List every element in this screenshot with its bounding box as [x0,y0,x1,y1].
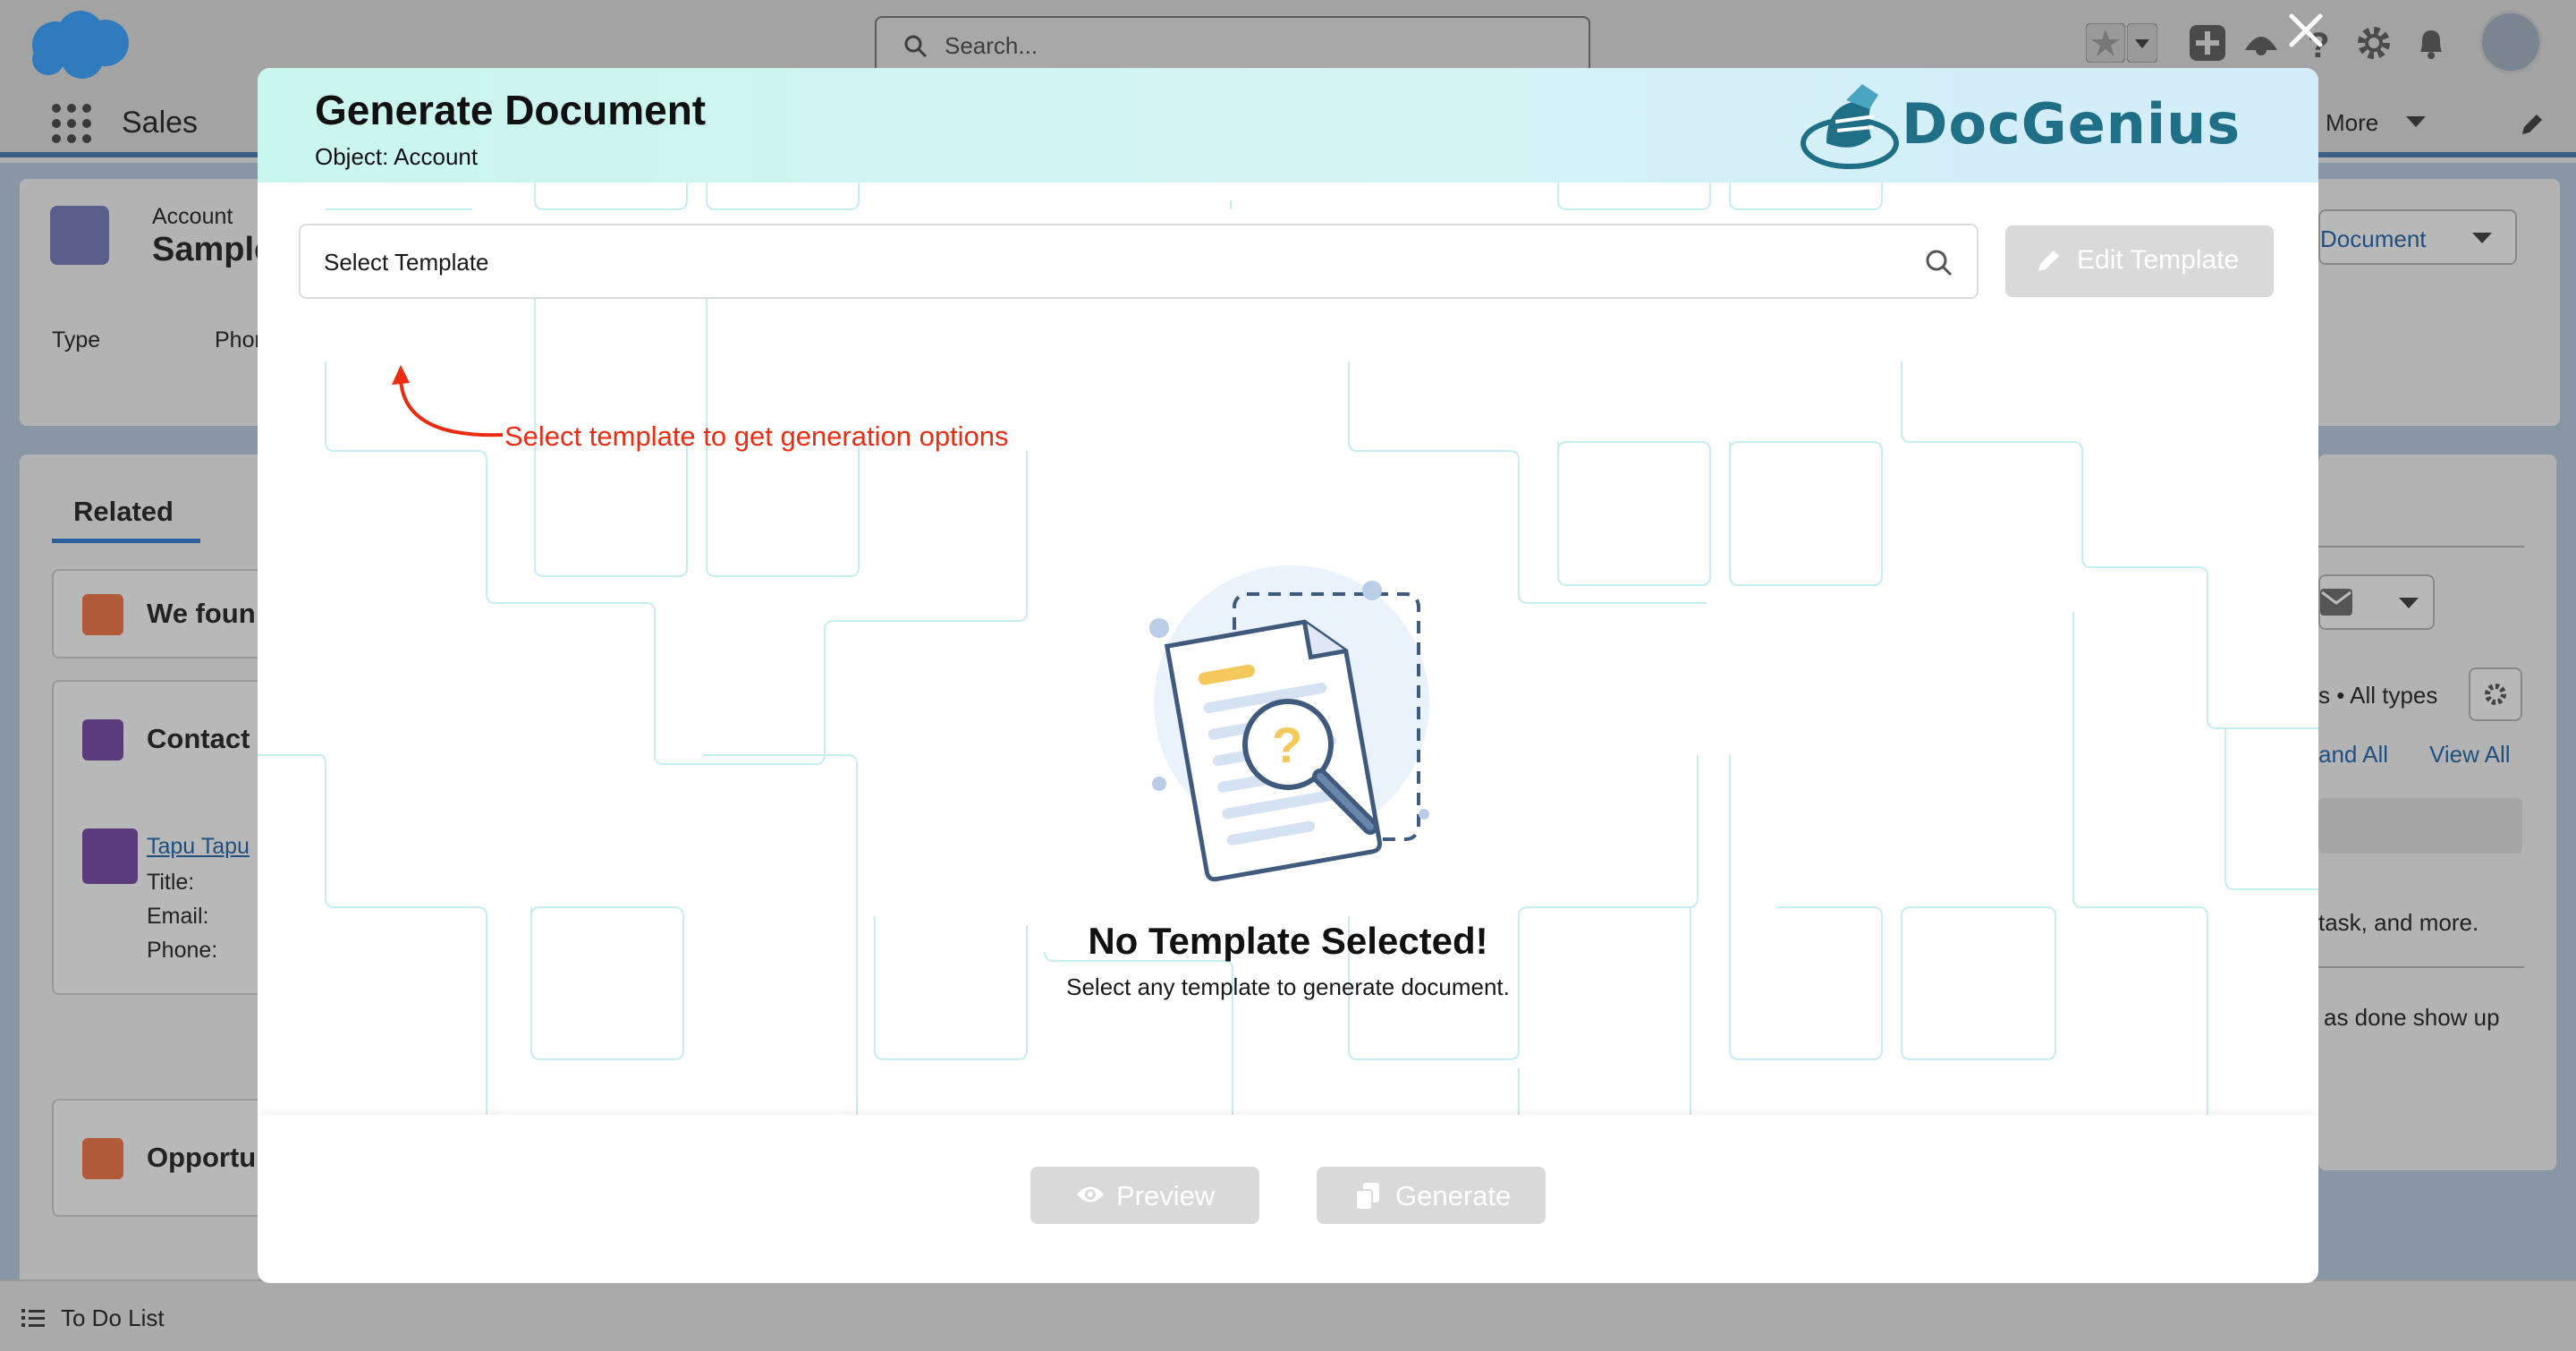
active-tab-indicator [52,539,200,543]
contact-email-label: Email: [147,904,209,929]
chevron-down-icon[interactable] [2472,231,2492,245]
preview-button[interactable]: Preview [1030,1167,1259,1224]
generate-button[interactable]: Generate [1317,1167,1546,1224]
chevron-down-icon[interactable] [2399,596,2419,610]
modal-footer: Preview Generate [258,1115,2318,1283]
todo-list-icon [21,1309,45,1327]
app-name: Sales [122,106,199,140]
activity-divider [2318,546,2524,548]
search-icon [904,35,928,58]
field-type-label: Type [52,327,101,353]
contact-avatar [82,828,138,884]
modal-header: Generate Document Object: Account DocGen… [258,68,2318,183]
activity-done-text: as done show up [2324,1004,2500,1031]
modal-object-line: Object: Account [315,143,479,170]
close-icon[interactable] [2281,5,2331,55]
activity-empty-text: task, and more. [2318,909,2479,936]
documents-icon [1355,1183,1379,1210]
activity-divider-2 [2318,966,2524,968]
template-select-combobox[interactable]: Select Template [299,224,1979,299]
view-all-link[interactable]: View All [2429,741,2511,769]
nav-more-menu[interactable]: More [2326,109,2378,137]
tab-related[interactable]: Related [73,496,174,528]
notifications-bell-icon[interactable] [2411,23,2451,63]
global-search-input[interactable]: Search... [875,16,1590,73]
activity-filter-text: s • All types [2318,682,2438,709]
modal-body: Select Template Edit Template Select tem… [258,183,2318,1115]
upcoming-overdue-section[interactable] [2318,798,2522,854]
account-object-icon [50,206,109,265]
edit-template-button[interactable]: Edit Template [2005,225,2274,297]
contact-name-link[interactable]: Tapu Tapu [147,834,250,860]
opportunities-label[interactable]: Opportu [147,1142,256,1174]
edit-nav-icon[interactable] [2519,111,2546,138]
gear-icon [2485,684,2506,705]
favorites-dropdown-icon[interactable] [2127,23,2157,63]
record-object-label: Account [152,204,233,229]
search-icon [1926,250,1953,276]
record-name: Sample [152,231,274,268]
empty-state-subtitle: Select any template to generate document… [1066,973,1510,1000]
contacts-label[interactable]: Contact [147,723,250,755]
eye-icon [1077,1186,1104,1202]
generate-document-action-button[interactable]: Document [2318,209,2517,265]
app-launcher-icon[interactable] [52,104,91,143]
svg-text:?: ? [1272,717,1302,773]
contact-phone-label: Phone: [147,938,218,963]
modal-title: Generate Document [315,87,707,133]
pencil-icon [2038,251,2059,271]
favorites-star-icon[interactable] [2086,23,2125,63]
edit-template-label: Edit Template [2077,245,2240,275]
field-phone-label: Phor [215,327,262,353]
chevron-down-icon[interactable] [2406,115,2426,129]
contact-object-icon [82,719,123,760]
user-avatar-icon[interactable] [2479,11,2542,73]
docgenius-logo-text: DocGenius [1902,91,2241,157]
generate-document-modal: Generate Document Object: Account DocGen… [258,68,2318,1283]
select-template-hint: Select template to get generation option… [504,421,1009,452]
no-template-illustration: ? [1149,565,1429,882]
action-document-label: Document [2320,225,2427,252]
setup-gear-icon[interactable] [2354,23,2394,63]
expand-all-link[interactable]: and All [2318,741,2388,769]
opportunity-object-icon [82,1138,123,1179]
search-placeholder: Search... [945,32,1038,59]
email-icon [2320,589,2352,616]
todo-list-label[interactable]: To Do List [61,1304,165,1332]
generate-label: Generate [1395,1180,1512,1211]
utility-bar: To Do List [0,1279,2576,1351]
empty-state-title: No Template Selected! [1088,920,1488,962]
salesforce-cloud-icon[interactable] [27,9,134,82]
we-found-label: We foun [147,598,256,629]
template-select-placeholder: Select Template [324,249,489,276]
duplicate-rule-icon [82,594,123,635]
preview-label: Preview [1116,1180,1216,1211]
email-action-button[interactable] [2318,574,2435,630]
activity-settings-button[interactable] [2469,667,2522,721]
hint-arrow-icon [392,365,504,438]
add-icon[interactable] [2188,23,2227,63]
contact-title-label: Title: [147,870,195,895]
trailhead-icon[interactable] [2241,23,2281,63]
